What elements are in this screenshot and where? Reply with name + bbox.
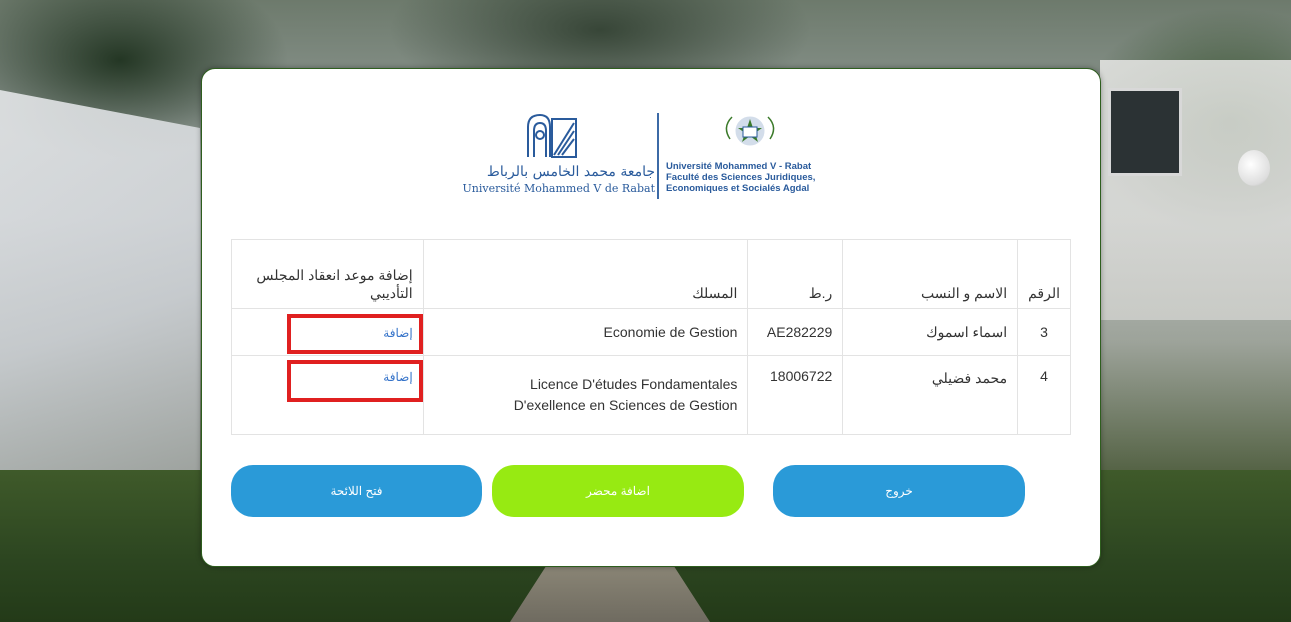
field-cell: Economie de Gestion xyxy=(422,308,749,356)
background-building-left xyxy=(0,90,200,470)
open-list-button[interactable]: فتح اللائحة xyxy=(231,465,482,517)
faculty-line-1: Université Mohammed V - Rabat xyxy=(666,161,812,172)
faculty-line-3: Economiques et Socialés Agdal xyxy=(666,183,810,194)
university-logos: جامعة محمد الخامس بالرباط Université Moh… xyxy=(450,109,850,204)
main-card: جامعة محمد الخامس بالرباط Université Moh… xyxy=(201,68,1101,567)
background-lamp xyxy=(1238,150,1270,186)
field-cell: Licence D'études Fondamentales D'exellen… xyxy=(422,355,749,435)
university-name-french: Université Mohammed V de Rabat xyxy=(462,182,655,195)
university-name-arabic: جامعة محمد الخامس بالرباط xyxy=(486,164,655,180)
exit-button[interactable]: خروج xyxy=(773,465,1025,517)
cne-cell: AE282229 xyxy=(747,308,844,356)
highlight-box xyxy=(287,360,423,402)
add-report-button[interactable]: اضافة محضر xyxy=(492,465,744,517)
faculty-line-2: Faculté des Sciences Juridiques, xyxy=(666,172,816,183)
university-emblem-icon xyxy=(527,113,577,158)
university-logo: جامعة محمد الخامس بالرباط Université Moh… xyxy=(450,109,655,204)
field-line: D'exellence en Sciences de Gestion xyxy=(513,397,738,413)
table-header-row: إضافة موعد انعقاد المجلس التأديبي المسلك… xyxy=(231,239,1071,309)
header-cne: ر.ط xyxy=(747,239,844,309)
name-cell: محمد فضيلي xyxy=(842,355,1019,435)
header-field: المسلك xyxy=(422,239,749,309)
name-cell: اسماء اسموك xyxy=(842,308,1019,356)
field-line: Economie de Gestion xyxy=(603,323,738,340)
national-emblem-icon xyxy=(725,116,775,146)
logo-divider xyxy=(657,113,659,199)
header-name: الاسم و النسب xyxy=(842,239,1019,309)
header-number: الرقم xyxy=(1017,239,1071,309)
number-cell: 3 xyxy=(1017,308,1071,356)
cne-cell: 18006722 xyxy=(747,355,844,435)
field-line: Licence D'études Fondamentales xyxy=(530,376,738,392)
header-action: إضافة موعد انعقاد المجلس التأديبي xyxy=(231,239,424,309)
faculty-logo: Université Mohammed V - Rabat Faculté de… xyxy=(666,109,851,204)
background-window xyxy=(1108,88,1182,176)
number-cell: 4 xyxy=(1017,355,1071,435)
highlight-box xyxy=(287,314,423,354)
